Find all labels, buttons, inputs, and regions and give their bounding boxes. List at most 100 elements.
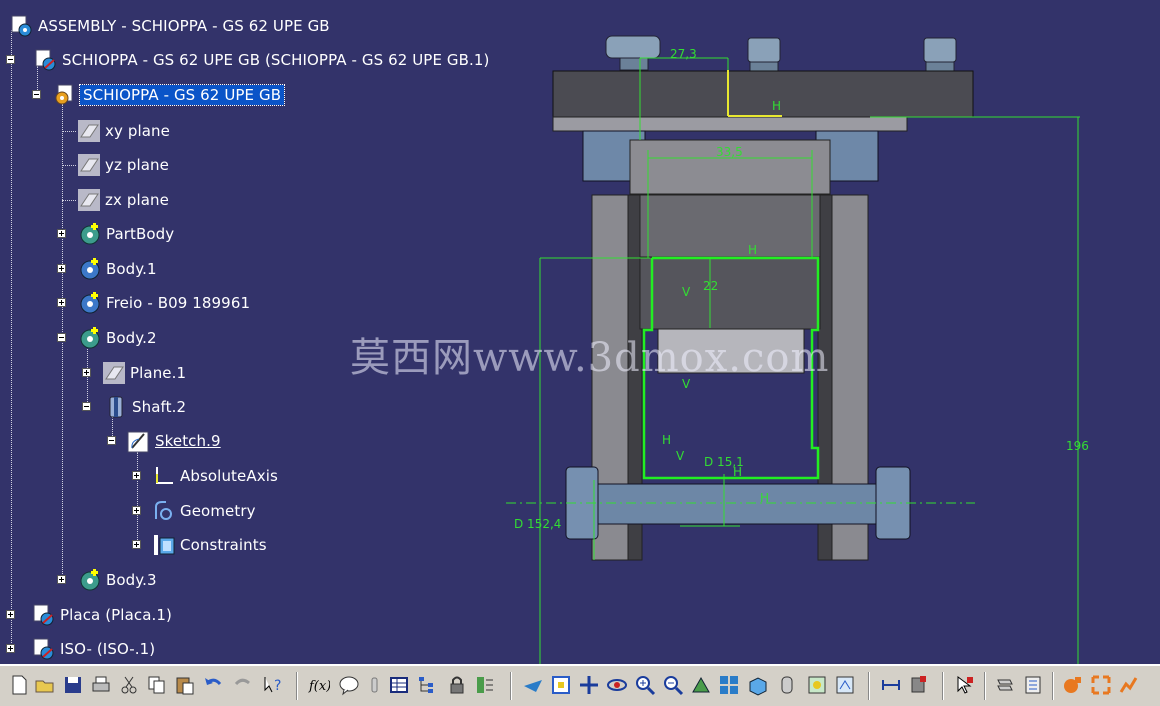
fit-all-icon[interactable] bbox=[550, 674, 572, 696]
expand-toggle[interactable] bbox=[82, 368, 91, 377]
tree-node-body-3[interactable]: Body.3 bbox=[78, 566, 157, 594]
zoom-in-icon[interactable] bbox=[634, 674, 656, 696]
expand-toggle[interactable] bbox=[57, 575, 66, 584]
plane-icon bbox=[78, 189, 100, 211]
comment-icon[interactable] bbox=[338, 674, 360, 696]
collapse-toggle[interactable] bbox=[32, 90, 41, 99]
tree-node-sketch-9[interactable]: Sketch.9 bbox=[127, 427, 221, 455]
multi-view-icon[interactable] bbox=[718, 674, 740, 696]
copy-icon[interactable] bbox=[146, 674, 168, 696]
tree-node-yz-plane[interactable]: yz plane bbox=[77, 151, 169, 179]
tree-line bbox=[11, 30, 13, 645]
tree-node-label: SCHIOPPA - GS 62 UPE GB (SCHIOPPA - GS 6… bbox=[62, 51, 490, 69]
parameters-icon[interactable] bbox=[474, 674, 496, 696]
tree-node-label: xy plane bbox=[105, 122, 170, 140]
tree-node-partbody[interactable]: PartBody bbox=[78, 220, 174, 248]
tree-node-part[interactable]: SCHIOPPA - GS 62 UPE GB bbox=[52, 81, 286, 109]
toolbar-separator bbox=[296, 672, 298, 700]
collapse-toggle[interactable] bbox=[107, 436, 116, 445]
redo-icon[interactable] bbox=[232, 674, 254, 696]
pan-icon[interactable] bbox=[578, 674, 600, 696]
snap-icon[interactable] bbox=[1118, 674, 1140, 696]
cut-icon[interactable] bbox=[118, 674, 140, 696]
3d-viewport[interactable]: 27,3 H 33,5 22 D 15,1 H H D 152,4 196 V … bbox=[0, 0, 1160, 664]
tree-line bbox=[62, 200, 76, 202]
sensor-icon[interactable] bbox=[364, 674, 386, 696]
iso-view-icon[interactable] bbox=[746, 674, 768, 696]
save-icon[interactable] bbox=[62, 674, 84, 696]
expand-toggle[interactable] bbox=[6, 610, 15, 619]
tree-node-label: ASSEMBLY - SCHIOPPA - GS 62 UPE GB bbox=[38, 17, 330, 35]
collapse-toggle[interactable] bbox=[57, 333, 66, 342]
dim-h-shaft: H bbox=[733, 465, 742, 479]
axis-icon bbox=[156, 467, 173, 484]
body-icon bbox=[80, 292, 100, 314]
expand-toggle[interactable] bbox=[57, 229, 66, 238]
body-icon bbox=[80, 258, 100, 280]
hide-show-icon[interactable] bbox=[806, 674, 828, 696]
tree-node-product[interactable]: SCHIOPPA - GS 62 UPE GB (SCHIOPPA - GS 6… bbox=[34, 46, 489, 74]
open-icon[interactable] bbox=[34, 674, 56, 696]
body-icon bbox=[80, 327, 100, 349]
update-icon[interactable] bbox=[994, 674, 1016, 696]
tree-node-iso[interactable]: ISO- (ISO-.1) bbox=[32, 635, 155, 663]
measure-icon[interactable] bbox=[880, 674, 902, 696]
tree-node-assembly[interactable]: ASSEMBLY - SCHIOPPA - GS 62 UPE GB bbox=[10, 12, 330, 40]
tree-node-label: zx plane bbox=[105, 191, 169, 209]
new-icon[interactable] bbox=[8, 674, 30, 696]
lock-icon[interactable] bbox=[446, 674, 468, 696]
tree-node-zx-plane[interactable]: zx plane bbox=[77, 186, 169, 214]
fly-mode-icon[interactable] bbox=[522, 674, 544, 696]
expand-toggle[interactable] bbox=[57, 264, 66, 273]
tree-node-body-2[interactable]: Body.2 bbox=[78, 324, 157, 352]
view-mode-icon[interactable] bbox=[776, 674, 798, 696]
toolbar-separator bbox=[868, 672, 870, 700]
tree-node-geometry[interactable]: Geometry bbox=[152, 497, 256, 525]
toolbar-separator bbox=[942, 672, 944, 700]
tree-node-plane-1[interactable]: Plane.1 bbox=[102, 359, 186, 387]
tree-node-label: yz plane bbox=[105, 156, 169, 174]
rotate-icon[interactable] bbox=[606, 674, 628, 696]
product-icon bbox=[33, 604, 54, 626]
select-icon[interactable] bbox=[954, 674, 976, 696]
body-icon bbox=[80, 569, 100, 591]
collapse-toggle[interactable] bbox=[6, 55, 15, 64]
tree-node-body-1[interactable]: Body.1 bbox=[78, 255, 157, 283]
tree-node-label: ISO- (ISO-.1) bbox=[60, 640, 156, 658]
specification-tree[interactable]: ASSEMBLY - SCHIOPPA - GS 62 UPE GB SCHIO… bbox=[0, 0, 540, 664]
tree-node-label: Constraints bbox=[180, 536, 267, 554]
constraint-h-1: H bbox=[748, 243, 757, 257]
paste-icon[interactable] bbox=[174, 674, 196, 696]
swap-visible-icon[interactable] bbox=[834, 674, 856, 696]
motion-icon[interactable] bbox=[1090, 674, 1112, 696]
tree-node-label: AbsoluteAxis bbox=[180, 467, 278, 485]
normal-view-icon[interactable] bbox=[690, 674, 712, 696]
shaft bbox=[597, 483, 879, 525]
apply-material-icon[interactable] bbox=[908, 674, 930, 696]
expand-toggle[interactable] bbox=[132, 506, 141, 515]
sketch-icon bbox=[127, 431, 149, 453]
whats-this-icon[interactable]: ? bbox=[262, 674, 284, 696]
expand-toggle[interactable] bbox=[132, 540, 141, 549]
expand-toggle[interactable] bbox=[57, 298, 66, 307]
tree-node-freio[interactable]: Freio - B09 189961 bbox=[78, 289, 250, 317]
expand-toggle[interactable] bbox=[6, 644, 15, 653]
tree-node-label: Freio - B09 189961 bbox=[106, 294, 251, 312]
dim-27-3: 27,3 bbox=[670, 47, 697, 61]
simulation-icon[interactable] bbox=[1062, 674, 1084, 696]
plane-icon bbox=[103, 362, 125, 384]
table-icon[interactable] bbox=[388, 674, 410, 696]
expand-toggle[interactable] bbox=[132, 471, 141, 480]
tree-node-shaft-2[interactable]: Shaft.2 bbox=[104, 393, 186, 421]
zoom-out-icon[interactable] bbox=[662, 674, 684, 696]
catalog-icon[interactable] bbox=[1022, 674, 1044, 696]
undo-icon[interactable] bbox=[202, 674, 224, 696]
tree-icon[interactable] bbox=[416, 674, 438, 696]
tree-node-placa[interactable]: Placa (Placa.1) bbox=[32, 601, 172, 629]
tree-node-xy-plane[interactable]: xy plane bbox=[77, 117, 170, 145]
tree-node-constraints[interactable]: Constraints bbox=[152, 531, 267, 559]
collapse-toggle[interactable] bbox=[82, 402, 91, 411]
formula-icon[interactable]: f(x) bbox=[308, 674, 330, 696]
tree-node-absolute-axis[interactable]: AbsoluteAxis bbox=[152, 462, 278, 490]
print-icon[interactable] bbox=[90, 674, 112, 696]
